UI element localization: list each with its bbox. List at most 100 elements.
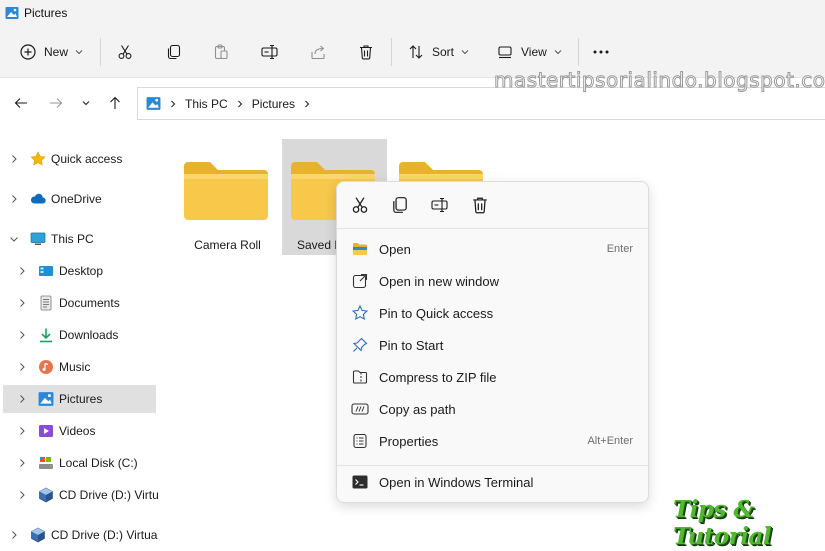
new-button[interactable]: New (20, 39, 83, 65)
sidebar-item-label: CD Drive (D:) Virtual (51, 528, 158, 542)
share-icon (311, 45, 325, 60)
chevron-right-icon[interactable] (17, 458, 27, 468)
toolbar-divider (578, 38, 579, 66)
sidebar-item-desktop[interactable]: Desktop (0, 257, 158, 285)
arrow-right-icon (50, 98, 63, 108)
menu-item-properties[interactable]: Properties Alt+Enter (337, 425, 648, 457)
command-bar: New Sort View (0, 26, 825, 78)
cut-icon (118, 45, 132, 59)
documents-icon (40, 295, 52, 311)
menu-item-copy-as-path[interactable]: Copy as path (337, 393, 648, 425)
menu-shortcut: Enter (606, 243, 633, 255)
chevron-right-icon[interactable] (17, 394, 27, 404)
menu-item-open[interactable]: Open Enter (337, 233, 648, 265)
pictures-icon (5, 7, 19, 19)
tips-tutorial-logo: Tips & Tutorial (673, 496, 772, 550)
sidebar-item-label: Music (59, 360, 91, 374)
chevron-down-icon (82, 101, 90, 106)
more-options-button[interactable] (592, 39, 610, 65)
paste-button[interactable] (213, 39, 229, 65)
chevron-down-icon[interactable] (9, 234, 19, 244)
chevron-right-icon[interactable] (17, 330, 27, 340)
recent-locations-button[interactable] (77, 94, 95, 112)
downloads-icon (40, 328, 52, 343)
sidebar-item-documents[interactable]: Documents (0, 289, 158, 317)
chevron-right-icon[interactable] (9, 530, 19, 540)
copy-button[interactable] (166, 39, 182, 65)
up-button[interactable] (106, 94, 124, 112)
menu-item-label: Pin to Quick access (379, 305, 494, 321)
sidebar-item-videos[interactable]: Videos (0, 417, 158, 445)
toolbar-divider (100, 38, 101, 66)
menu-item-label: Pin to Start (379, 337, 444, 353)
menu-shortcut: Alt+Enter (587, 435, 633, 447)
chevron-right-icon (237, 100, 242, 107)
menu-item-open-terminal[interactable]: Open in Windows Terminal (337, 466, 648, 498)
chevron-right-icon (305, 100, 310, 107)
sidebar-item-label: Pictures (59, 392, 103, 406)
menu-item-label: Compress to ZIP file (379, 369, 497, 385)
chevron-right-icon[interactable] (17, 362, 27, 372)
new-label: New (44, 45, 69, 59)
new-window-icon (351, 272, 369, 290)
back-button[interactable] (12, 94, 30, 112)
folder-item-camera-roll[interactable]: Camera Roll (175, 139, 280, 255)
window-title: Pictures (24, 6, 68, 20)
music-icon (39, 360, 53, 374)
sidebar-item-cd-drive-virtual[interactable]: CD Drive (D:) Virtual (0, 521, 158, 549)
delete-icon (360, 45, 372, 60)
chevron-right-icon (171, 100, 176, 107)
breadcrumb-this-pc[interactable]: This PC (185, 97, 228, 111)
arrow-left-icon (14, 98, 27, 108)
sidebar-item-label: Videos (59, 424, 96, 438)
properties-icon (351, 432, 369, 450)
sort-icon (409, 45, 423, 59)
sidebar-item-onedrive[interactable]: OneDrive (0, 185, 158, 213)
sidebar-item-downloads[interactable]: Downloads (0, 321, 158, 349)
context-quick-actions (337, 182, 648, 229)
delete-button[interactable] (358, 39, 374, 65)
more-icon (593, 50, 609, 54)
chevron-down-icon (554, 50, 562, 55)
sort-button[interactable]: Sort (408, 39, 469, 65)
view-icon (498, 46, 512, 59)
menu-item-pin-quick-access[interactable]: Pin to Quick access (337, 297, 648, 329)
cloud-icon (30, 193, 46, 204)
videos-icon (39, 425, 53, 437)
terminal-icon (351, 473, 369, 491)
rename-icon[interactable] (431, 196, 449, 214)
chevron-right-icon[interactable] (9, 154, 19, 164)
chevron-right-icon[interactable] (17, 266, 27, 276)
menu-item-label: Open (379, 241, 411, 257)
copy-icon[interactable] (391, 196, 409, 214)
star-outline-icon (351, 304, 369, 322)
menu-item-label: Open in new window (379, 273, 499, 289)
chevron-right-icon[interactable] (17, 426, 27, 436)
sidebar-item-local-disk[interactable]: Local Disk (C:) (0, 449, 158, 477)
cut-button[interactable] (117, 39, 133, 65)
sidebar-item-pictures[interactable]: Pictures (3, 385, 156, 413)
cd-drive-icon (31, 527, 45, 543)
paste-icon (214, 44, 228, 60)
chevron-right-icon[interactable] (17, 298, 27, 308)
address-bar[interactable]: This PC Pictures (137, 87, 825, 120)
menu-item-compress-zip[interactable]: Compress to ZIP file (337, 361, 648, 393)
sidebar-item-cd-drive[interactable]: CD Drive (D:) Virtu (0, 481, 158, 509)
view-button[interactable]: View (497, 39, 562, 65)
share-button[interactable] (310, 39, 326, 65)
sidebar-item-label: Desktop (59, 264, 104, 278)
new-icon (20, 44, 36, 60)
chevron-right-icon[interactable] (9, 194, 19, 204)
menu-item-pin-start[interactable]: Pin to Start (337, 329, 648, 361)
breadcrumb-pictures[interactable]: Pictures (252, 97, 295, 111)
chevron-right-icon[interactable] (17, 490, 27, 500)
delete-icon[interactable] (471, 196, 489, 214)
rename-button[interactable] (261, 39, 279, 65)
cut-icon[interactable] (351, 196, 369, 214)
sidebar-item-this-pc[interactable]: This PC (0, 225, 158, 253)
sidebar-item-music[interactable]: Music (0, 353, 158, 381)
context-menu: Open Enter Open in new window Pin to Qui… (336, 181, 649, 503)
menu-item-open-new-window[interactable]: Open in new window (337, 265, 648, 297)
forward-button[interactable] (47, 94, 65, 112)
sidebar-item-quick-access[interactable]: Quick access (0, 145, 158, 173)
